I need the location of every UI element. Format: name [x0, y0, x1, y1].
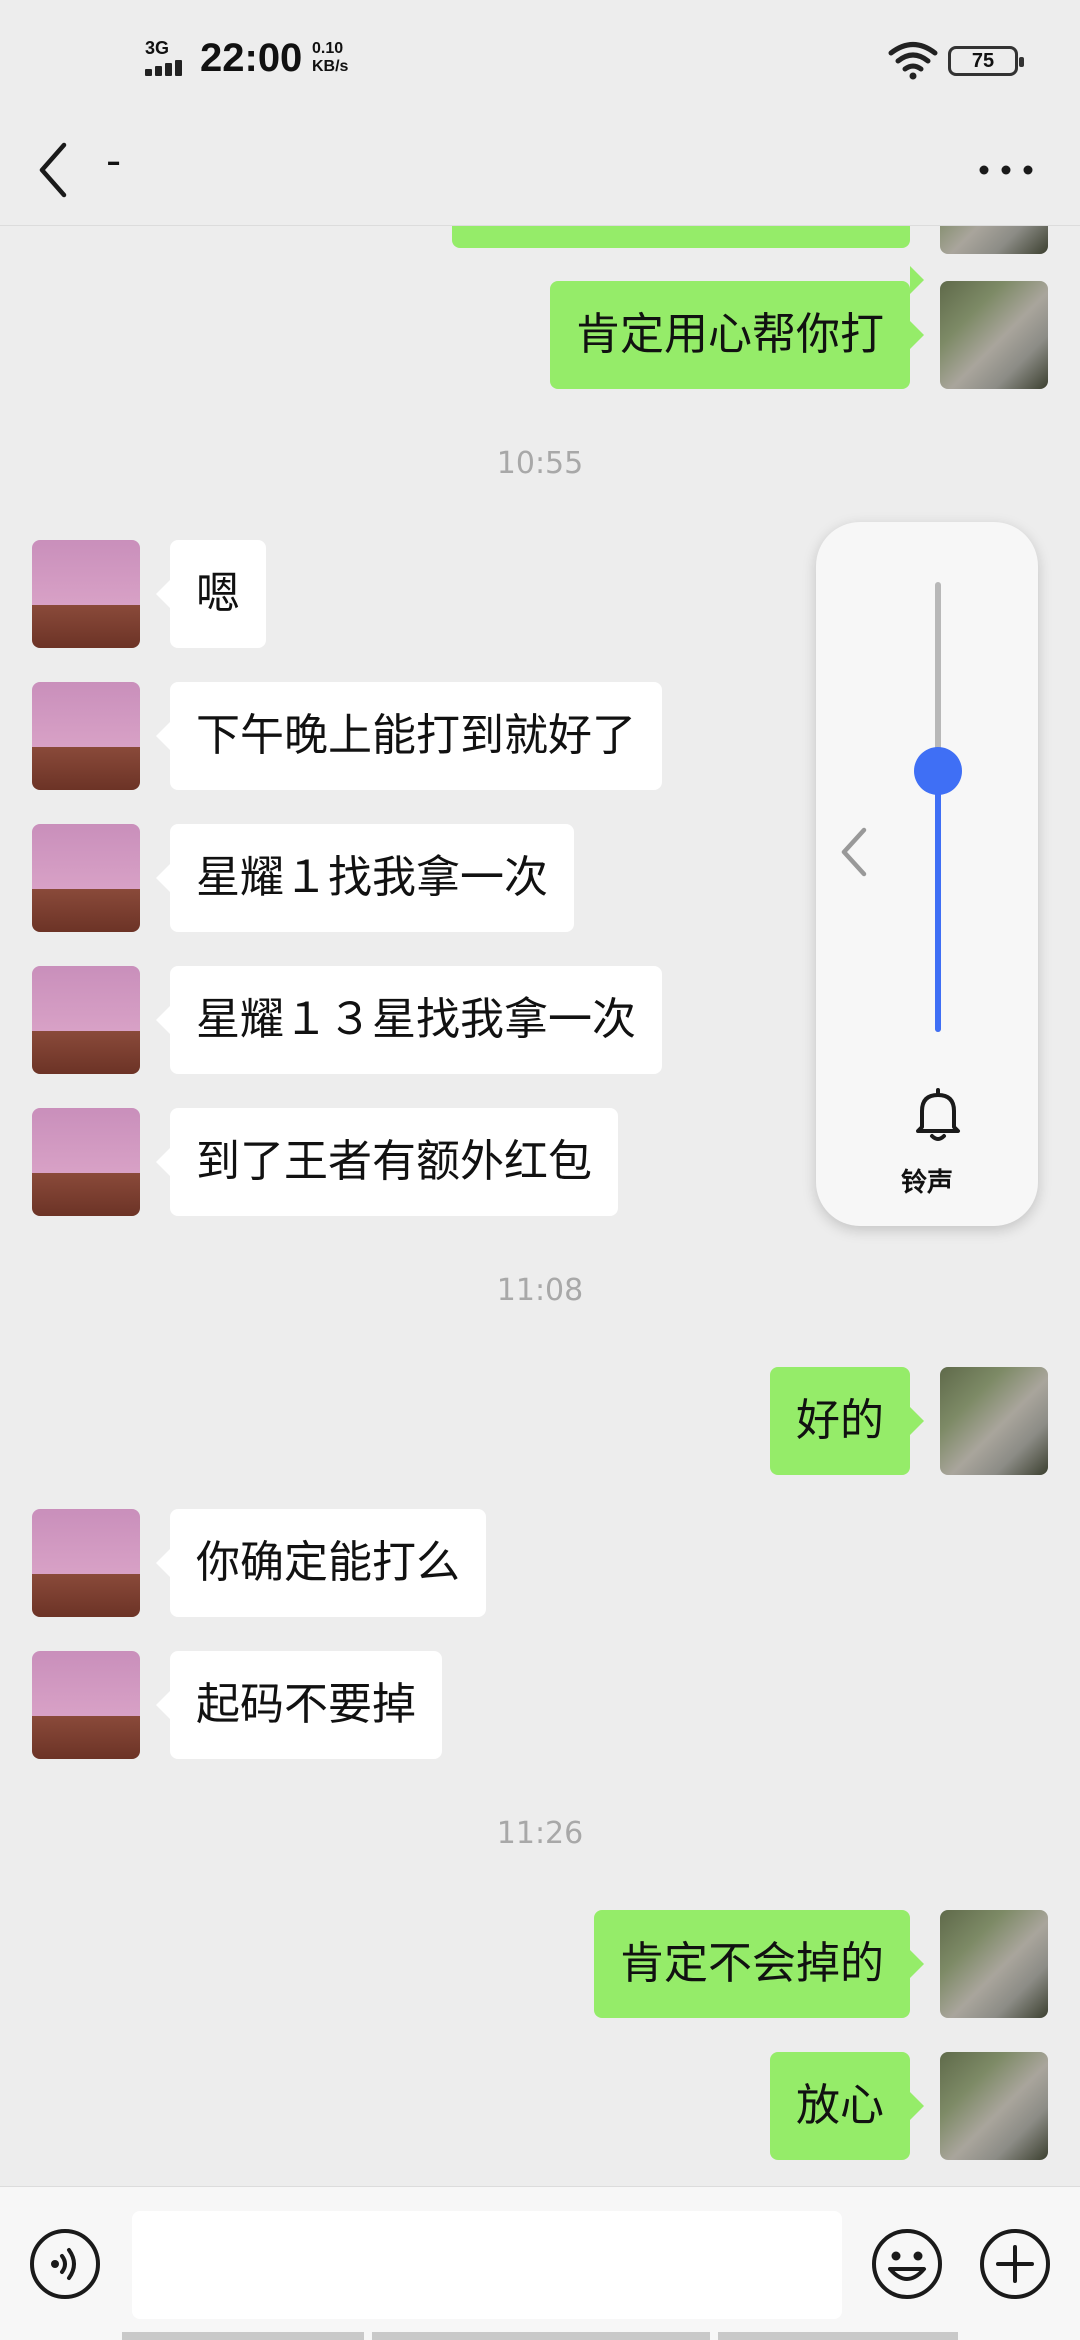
chat-header: -	[0, 120, 1080, 226]
friend-avatar[interactable]	[32, 824, 140, 932]
volume-slider-fill	[935, 771, 941, 1032]
volume-slider-knob[interactable]	[914, 747, 962, 795]
plus-icon[interactable]	[978, 2227, 1052, 2301]
network-type: 3G	[145, 38, 170, 58]
friend-avatar[interactable]	[32, 682, 140, 790]
message-bubble[interactable]: 肯定不会掉的	[594, 1910, 924, 2018]
back-arrow-icon[interactable]	[30, 135, 80, 205]
message-bubble[interactable]: 好的	[770, 1367, 924, 1475]
gesture-bar-segment	[718, 2332, 958, 2340]
message-bubble[interactable]: 星耀１找我拿一次	[156, 824, 574, 932]
my-avatar[interactable]	[940, 1367, 1048, 1475]
input-bar	[0, 2186, 1080, 2340]
status-time: 22:00	[200, 36, 303, 80]
network-speed: 0.10 KB/s	[312, 40, 348, 76]
volume-slider-track[interactable]	[935, 582, 941, 1032]
message-bubble[interactable]: 嗯	[156, 540, 266, 648]
timestamp: 11:26	[496, 1816, 584, 1851]
message-input[interactable]	[132, 2211, 842, 2319]
friend-avatar[interactable]	[32, 966, 140, 1074]
volume-stream-label: 铃声	[900, 1168, 953, 1198]
friend-avatar[interactable]	[32, 540, 140, 648]
wifi-icon	[888, 42, 938, 80]
battery-indicator: 75	[948, 46, 1024, 76]
my-avatar[interactable]	[940, 2052, 1048, 2160]
network-speed-value: 0.10	[312, 40, 344, 57]
bell-icon[interactable]	[912, 1087, 964, 1143]
message-bubble[interactable]: 放心	[770, 2052, 924, 2160]
voice-icon[interactable]	[28, 2227, 102, 2301]
message-bubble[interactable]: 星耀１３星找我拿一次	[156, 966, 662, 1074]
friend-avatar[interactable]	[32, 1651, 140, 1759]
message-bubble-partial[interactable]	[452, 226, 924, 294]
timestamp: 11:08	[496, 1273, 584, 1308]
emoji-icon[interactable]	[870, 2227, 944, 2301]
status-bar: 3G 22:00 0.10 KB/s 75	[0, 0, 1080, 120]
message-bubble[interactable]: 到了王者有额外红包	[156, 1108, 618, 1216]
timestamp: 10:55	[496, 446, 584, 481]
gesture-bar-segment	[372, 2332, 710, 2340]
collapse-arrow-icon[interactable]	[834, 822, 874, 882]
network-speed-unit: KB/s	[312, 58, 349, 75]
signal-icon	[145, 58, 191, 76]
gesture-bar-segment	[122, 2332, 364, 2340]
message-bubble[interactable]: 你确定能打么	[156, 1509, 486, 1617]
friend-avatar[interactable]	[32, 1509, 140, 1617]
message-bubble[interactable]: 起码不要掉	[156, 1651, 442, 1759]
message-bubble[interactable]: 下午晚上能打到就好了	[156, 682, 662, 790]
volume-panel: 铃声	[816, 522, 1038, 1226]
message-bubble[interactable]: 肯定用心帮你打	[550, 281, 924, 389]
chat-title: -	[106, 136, 122, 185]
my-avatar[interactable]	[940, 226, 1048, 254]
more-options-icon[interactable]	[978, 160, 1034, 180]
my-avatar[interactable]	[940, 281, 1048, 389]
my-avatar[interactable]	[940, 1910, 1048, 2018]
friend-avatar[interactable]	[32, 1108, 140, 1216]
